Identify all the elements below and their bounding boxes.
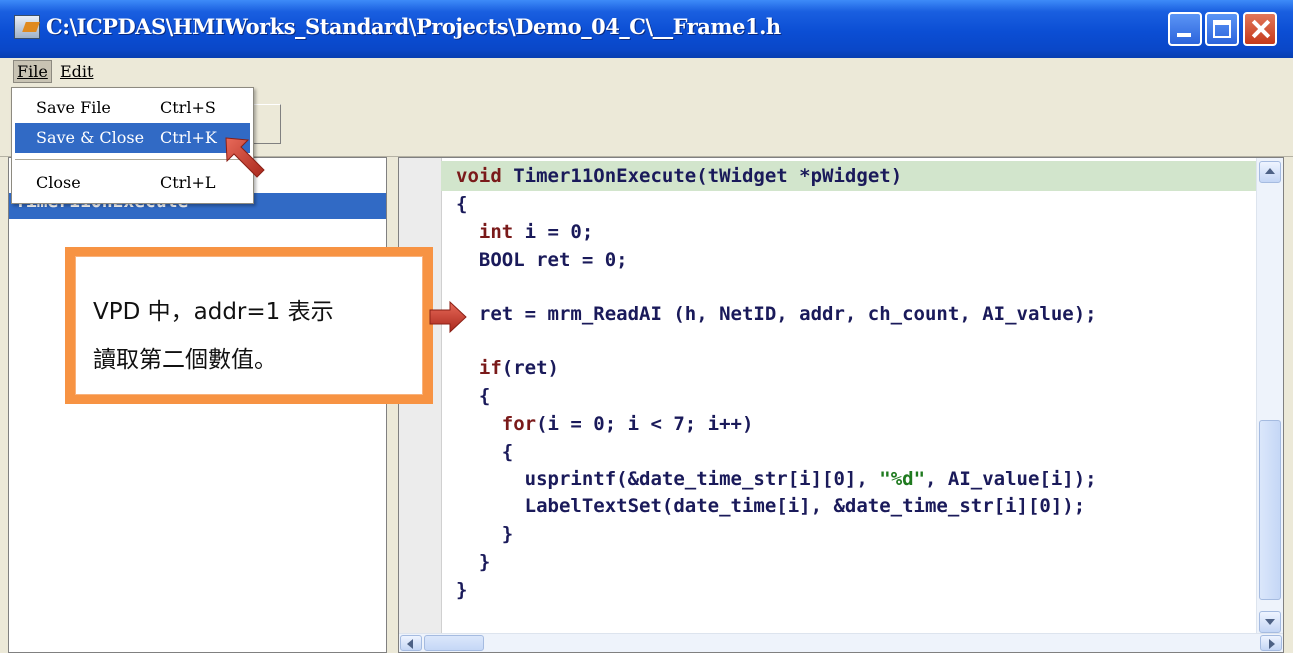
code-line-1: void Timer11OnExecute(tWidget *pWidget) [456, 165, 903, 187]
annotation-line-1: VPD 中，addr=1 表示 [93, 299, 334, 325]
annotation-arrow-upleft-icon [225, 137, 265, 178]
maximize-button[interactable] [1205, 12, 1239, 46]
horizontal-scrollbar[interactable] [399, 633, 1283, 652]
menu-item-label: Save File [36, 98, 111, 117]
code-line-16: } [456, 579, 468, 601]
annotation-callout-body: VPD 中，addr=1 表示 讀取第二個數值。 [75, 256, 423, 395]
menu-item-shortcut: Ctrl+L [160, 173, 216, 192]
menu-item-label: Close [36, 173, 81, 192]
menu-item-label: Save & Close [36, 128, 145, 147]
scroll-left-button[interactable] [400, 635, 422, 651]
menu-file[interactable]: File [13, 60, 52, 83]
code-line-15: } [456, 551, 491, 573]
arrow-up-icon [1265, 168, 1275, 174]
title-bar: C:\ICPDAS\HMIWorks_Standard\Projects\Dem… [0, 0, 1293, 58]
code-line-9: { [456, 385, 491, 407]
code-line-4: BOOL ret = 0; [456, 249, 628, 271]
arrow-right-icon [1269, 639, 1275, 649]
code-line-10: for(i = 0; i < 7; i++) [501, 413, 754, 435]
menu-item-save-and-close[interactable]: Save & Close Ctrl+K [15, 123, 250, 153]
window-title: C:\ICPDAS\HMIWorks_Standard\Projects\Dem… [46, 14, 781, 39]
minimize-button[interactable] [1168, 12, 1202, 46]
scroll-up-button[interactable] [1259, 161, 1281, 183]
app-icon [14, 15, 40, 39]
code-line-11: { [456, 441, 514, 463]
code-line-13: LabelTextSet(date_time[i], &date_time_st… [456, 495, 1086, 517]
code-line-12: usprintf(&date_time_str[i][0], "%d", AI_… [456, 468, 1097, 490]
menu-separator [15, 159, 250, 160]
menu-bar: File Edit [0, 58, 1293, 88]
code-line-8: if(ret) [478, 357, 559, 379]
menu-edit-label: Edit [60, 62, 94, 81]
arrow-down-icon [1265, 619, 1275, 625]
code-line-2: { [456, 193, 468, 215]
code-line-3: int i = 0; [478, 221, 594, 243]
close-window-button[interactable] [1243, 12, 1277, 46]
scroll-right-button[interactable] [1260, 635, 1282, 651]
menu-item-shortcut: Ctrl+K [160, 128, 217, 147]
scroll-down-button[interactable] [1259, 611, 1281, 633]
menu-edit[interactable]: Edit [56, 60, 97, 83]
arrow-left-icon [407, 639, 413, 649]
vertical-scrollbar[interactable] [1256, 158, 1283, 636]
annotation-line-2: 讀取第二個數值。 [93, 347, 277, 373]
code-line-6: ret = mrm_ReadAI (h, NetID, addr, ch_cou… [456, 303, 1097, 325]
code-editor[interactable]: void Timer11OnExecute(tWidget *pWidget) … [398, 157, 1284, 653]
code-line-14: } [456, 523, 514, 545]
vertical-scroll-thumb[interactable] [1259, 420, 1281, 600]
menu-file-label: File [17, 62, 48, 81]
function-list-panel: Timer11OnExecute [8, 157, 387, 653]
menu-item-close[interactable]: Close Ctrl+L [15, 168, 250, 198]
horizontal-scroll-thumb[interactable] [424, 635, 484, 651]
code-area[interactable]: void Timer11OnExecute(tWidget *pWidget) … [441, 158, 1257, 636]
annotation-arrow-right-icon [429, 300, 467, 334]
file-menu-dropdown: Save File Ctrl+S Save & Close Ctrl+K Clo… [11, 87, 254, 204]
menu-item-shortcut: Ctrl+S [160, 98, 216, 117]
annotation-callout: VPD 中，addr=1 表示 讀取第二個數值。 [65, 247, 433, 404]
menu-item-save-file[interactable]: Save File Ctrl+S [15, 93, 250, 123]
